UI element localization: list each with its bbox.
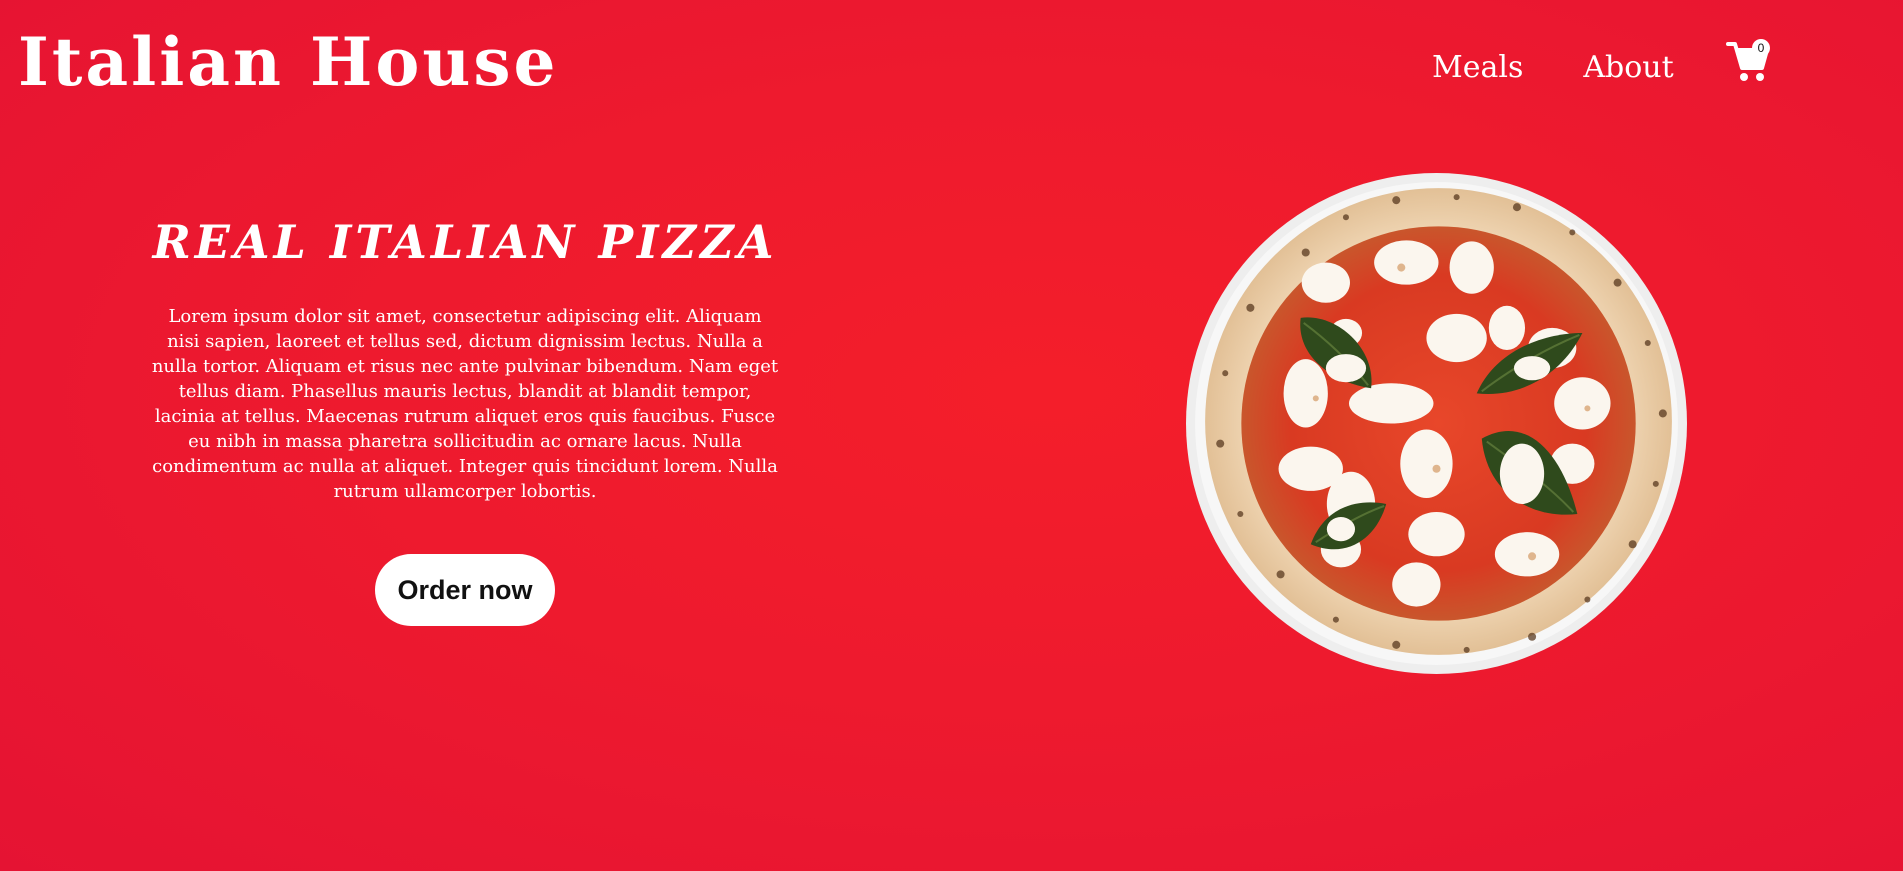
hero-title: REAL ITALIAN PIZZA bbox=[152, 215, 778, 269]
main-nav: Meals About bbox=[1432, 48, 1674, 88]
site-header: Italian House Meals About 0 bbox=[0, 0, 1903, 130]
hero-description: Lorem ipsum dolor sit amet, consectetur … bbox=[151, 306, 779, 502]
hero-section: REAL ITALIAN PIZZA Lorem ipsum dolor sit… bbox=[150, 210, 780, 626]
brand-logo[interactable]: Italian House bbox=[18, 22, 559, 102]
cart-button[interactable]: 0 bbox=[1726, 38, 1774, 84]
nav-link-meals[interactable]: Meals bbox=[1432, 48, 1523, 88]
order-now-button[interactable]: Order now bbox=[375, 554, 555, 626]
margherita-pizza-image bbox=[1186, 173, 1687, 674]
nav-link-about[interactable]: About bbox=[1583, 48, 1673, 88]
cart-count-badge: 0 bbox=[1752, 39, 1770, 57]
